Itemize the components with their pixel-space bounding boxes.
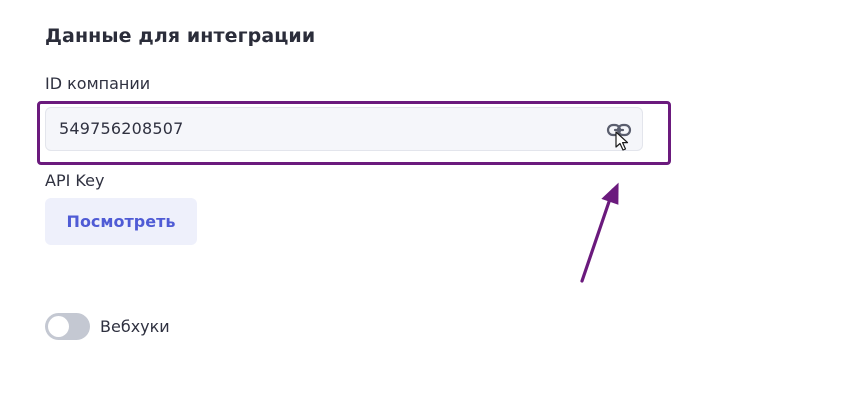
view-api-key-button[interactable]: Посмотреть <box>45 198 197 245</box>
mouse-pointer-icon <box>615 131 629 151</box>
section-title: Данные для интеграции <box>45 25 316 47</box>
webhooks-toggle[interactable] <box>45 313 90 340</box>
api-key-label: API Key <box>45 171 105 190</box>
company-id-field[interactable]: 549756208507 <box>45 107 643 151</box>
company-id-value[interactable]: 549756208507 <box>59 119 184 138</box>
arrow-annotation-icon <box>580 182 619 283</box>
company-id-label: ID компании <box>45 74 151 93</box>
webhooks-label: Вебхуки <box>100 317 170 336</box>
toggle-knob <box>48 316 69 337</box>
integration-settings-panel: Данные для интеграции ID компании 549756… <box>0 0 860 411</box>
